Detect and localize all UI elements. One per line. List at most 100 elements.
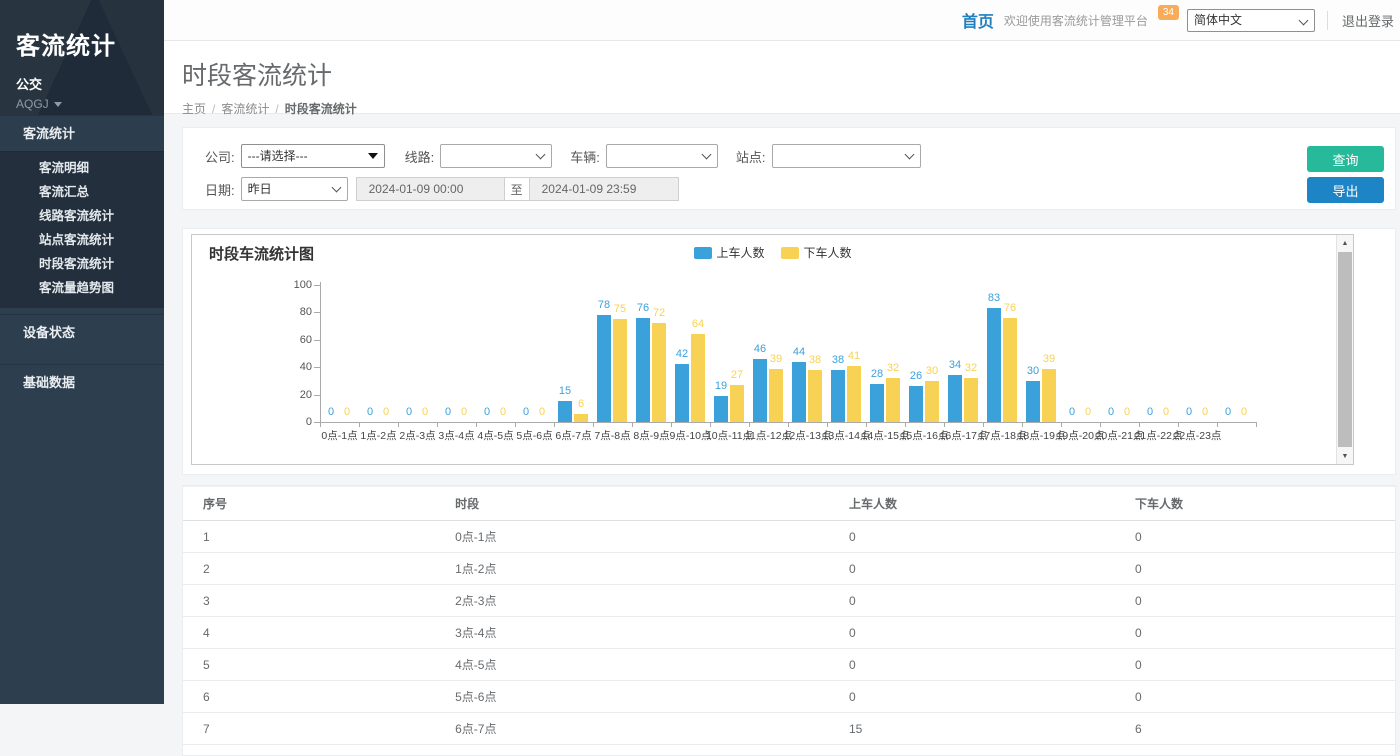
filter-row-1: 公司: ---请选择--- 线路: 车辆: 站点: (205, 144, 1395, 168)
content: 公司: ---请选择--- 线路: 车辆: 站点: (164, 114, 1400, 756)
date-preset-select[interactable]: 昨日 (241, 177, 348, 201)
time-period-table: 序号时段上车人数下车人数 10点-1点0021点-2点0032点-3点0043点… (183, 486, 1395, 745)
bar-下车人数[interactable] (964, 378, 978, 422)
table-cell: 15 (829, 713, 1115, 745)
bar-value-label: 39 (1032, 353, 1066, 365)
bar-下车人数[interactable] (1003, 318, 1017, 422)
breadcrumb-item[interactable]: 主页 (182, 102, 206, 116)
table-cell: 3 (183, 585, 435, 617)
table-row: 54点-5点00 (183, 649, 1395, 681)
table-cell: 0 (829, 617, 1115, 649)
table-cell: 0 (1115, 617, 1395, 649)
x-tick (1061, 422, 1062, 427)
app-title: 客流统计 (16, 26, 164, 61)
bar-下车人数[interactable] (613, 319, 627, 422)
y-tick (314, 312, 320, 313)
page-title: 时段客流统计 (182, 56, 1400, 92)
table-panel: 序号时段上车人数下车人数 10点-1点0021点-2点0032点-3点0043点… (182, 485, 1396, 756)
scroll-down-icon[interactable]: ▼ (1337, 448, 1353, 464)
bar-上车人数[interactable] (831, 370, 845, 422)
y-tick (314, 285, 320, 286)
table-header-上车人数: 上车人数 (829, 487, 1115, 521)
bar-下车人数[interactable] (808, 370, 822, 422)
company-select[interactable]: ---请选择--- (241, 144, 385, 168)
table-row: 32点-3点00 (183, 585, 1395, 617)
bar-上车人数[interactable] (753, 359, 767, 422)
scroll-up-icon[interactable]: ▲ (1337, 235, 1353, 251)
table-row: 43点-4点00 (183, 617, 1395, 649)
sidebar-item-客流汇总[interactable]: 客流汇总 (0, 180, 164, 204)
bar-下车人数[interactable] (847, 366, 861, 422)
table-cell: 5 (183, 649, 435, 681)
y-tick-label: 40 (192, 361, 312, 373)
table-header-时段: 时段 (435, 487, 829, 521)
logout-link[interactable]: 退出登录 (1327, 11, 1394, 30)
bar-下车人数[interactable] (652, 323, 666, 422)
sidebar-item-客流量趋势图[interactable]: 客流量趋势图 (0, 276, 164, 300)
bar-上车人数[interactable] (948, 375, 962, 422)
sidebar-item-基础数据[interactable]: 基础数据 (0, 364, 164, 400)
bar-上车人数[interactable] (909, 386, 923, 422)
welcome-text: 欢迎使用客流统计管理平台 (1004, 12, 1148, 29)
x-tick (983, 422, 984, 427)
breadcrumb-separator: / (212, 102, 215, 116)
date-to-input[interactable]: 2024-01-09 23:59 (530, 177, 679, 201)
x-tick (593, 422, 594, 427)
bar-下车人数[interactable] (730, 385, 744, 422)
x-tick (1139, 422, 1140, 427)
x-tick (437, 422, 438, 427)
y-axis (320, 282, 321, 422)
sidebar-other-sections: 设备状态基础数据 (0, 314, 164, 400)
sidebar-item-设备状态[interactable]: 设备状态 (0, 314, 164, 350)
scrollbar-thumb[interactable] (1338, 252, 1352, 447)
export-button[interactable]: 导出 (1307, 177, 1384, 203)
bar-上车人数[interactable] (870, 384, 884, 422)
org-code-label: AQGJ (16, 97, 49, 111)
table-cell: 6 (183, 681, 435, 713)
vehicle-select[interactable] (606, 144, 718, 168)
page-heading: 时段客流统计 主页/客流统计/时段客流统计 (164, 41, 1400, 114)
bar-下车人数[interactable] (769, 369, 783, 422)
station-select[interactable] (772, 144, 921, 168)
bar-上车人数[interactable] (714, 396, 728, 422)
line-select[interactable] (440, 144, 552, 168)
bar-上车人数[interactable] (675, 364, 689, 422)
bar-上车人数[interactable] (987, 308, 1001, 422)
bar-value-label: 6 (564, 398, 598, 410)
sidebar-menu: 客流统计 客流明细客流汇总线路客流统计站点客流统计时段客流统计客流量趋势图 设备… (0, 115, 164, 400)
breadcrumb-item[interactable]: 客流统计 (221, 102, 269, 116)
sidebar-item-线路客流统计[interactable]: 线路客流统计 (0, 204, 164, 228)
table-cell: 0 (829, 585, 1115, 617)
sidebar-item-时段客流统计[interactable]: 时段客流统计 (0, 252, 164, 276)
bar-下车人数[interactable] (925, 381, 939, 422)
bar-下车人数[interactable] (1042, 369, 1056, 422)
table-row: 10点-1点00 (183, 521, 1395, 553)
x-tick-label: 22点-23点 (1172, 428, 1223, 443)
sidebar-submenu: 客流明细客流汇总线路客流统计站点客流统计时段客流统计客流量趋势图 (0, 151, 164, 308)
bar-下车人数[interactable] (574, 414, 588, 422)
y-tick-label: 20 (192, 389, 312, 401)
sidebar-item-站点客流统计[interactable]: 站点客流统计 (0, 228, 164, 252)
sidebar-item-客流明细[interactable]: 客流明细 (0, 156, 164, 180)
date-from-input[interactable]: 2024-01-09 00:00 (356, 177, 504, 201)
bar-下车人数[interactable] (886, 378, 900, 422)
sidebar-section-passenger-stats[interactable]: 客流统计 (0, 115, 164, 151)
x-tick (749, 422, 750, 427)
search-button[interactable]: 查询 (1307, 146, 1384, 172)
bar-下车人数[interactable] (691, 334, 705, 422)
bar-上车人数[interactable] (636, 318, 650, 422)
bar-上车人数[interactable] (792, 362, 806, 422)
bar-上车人数[interactable] (597, 315, 611, 422)
bar-上车人数[interactable] (1026, 381, 1040, 422)
x-tick (866, 422, 867, 427)
table-cell: 6 (1115, 713, 1395, 745)
chart-scrollbar[interactable]: ▲ ▼ (1336, 235, 1353, 464)
table-cell: 0 (1115, 649, 1395, 681)
x-tick (1100, 422, 1101, 427)
org-code-dropdown[interactable]: AQGJ (16, 97, 164, 111)
home-link[interactable]: 首页 (962, 8, 994, 32)
vehicle-label: 车辆: (570, 147, 600, 166)
table-cell: 0 (829, 553, 1115, 585)
language-select[interactable]: 简体中文 (1187, 9, 1315, 32)
bar-value-label: 27 (720, 369, 754, 381)
